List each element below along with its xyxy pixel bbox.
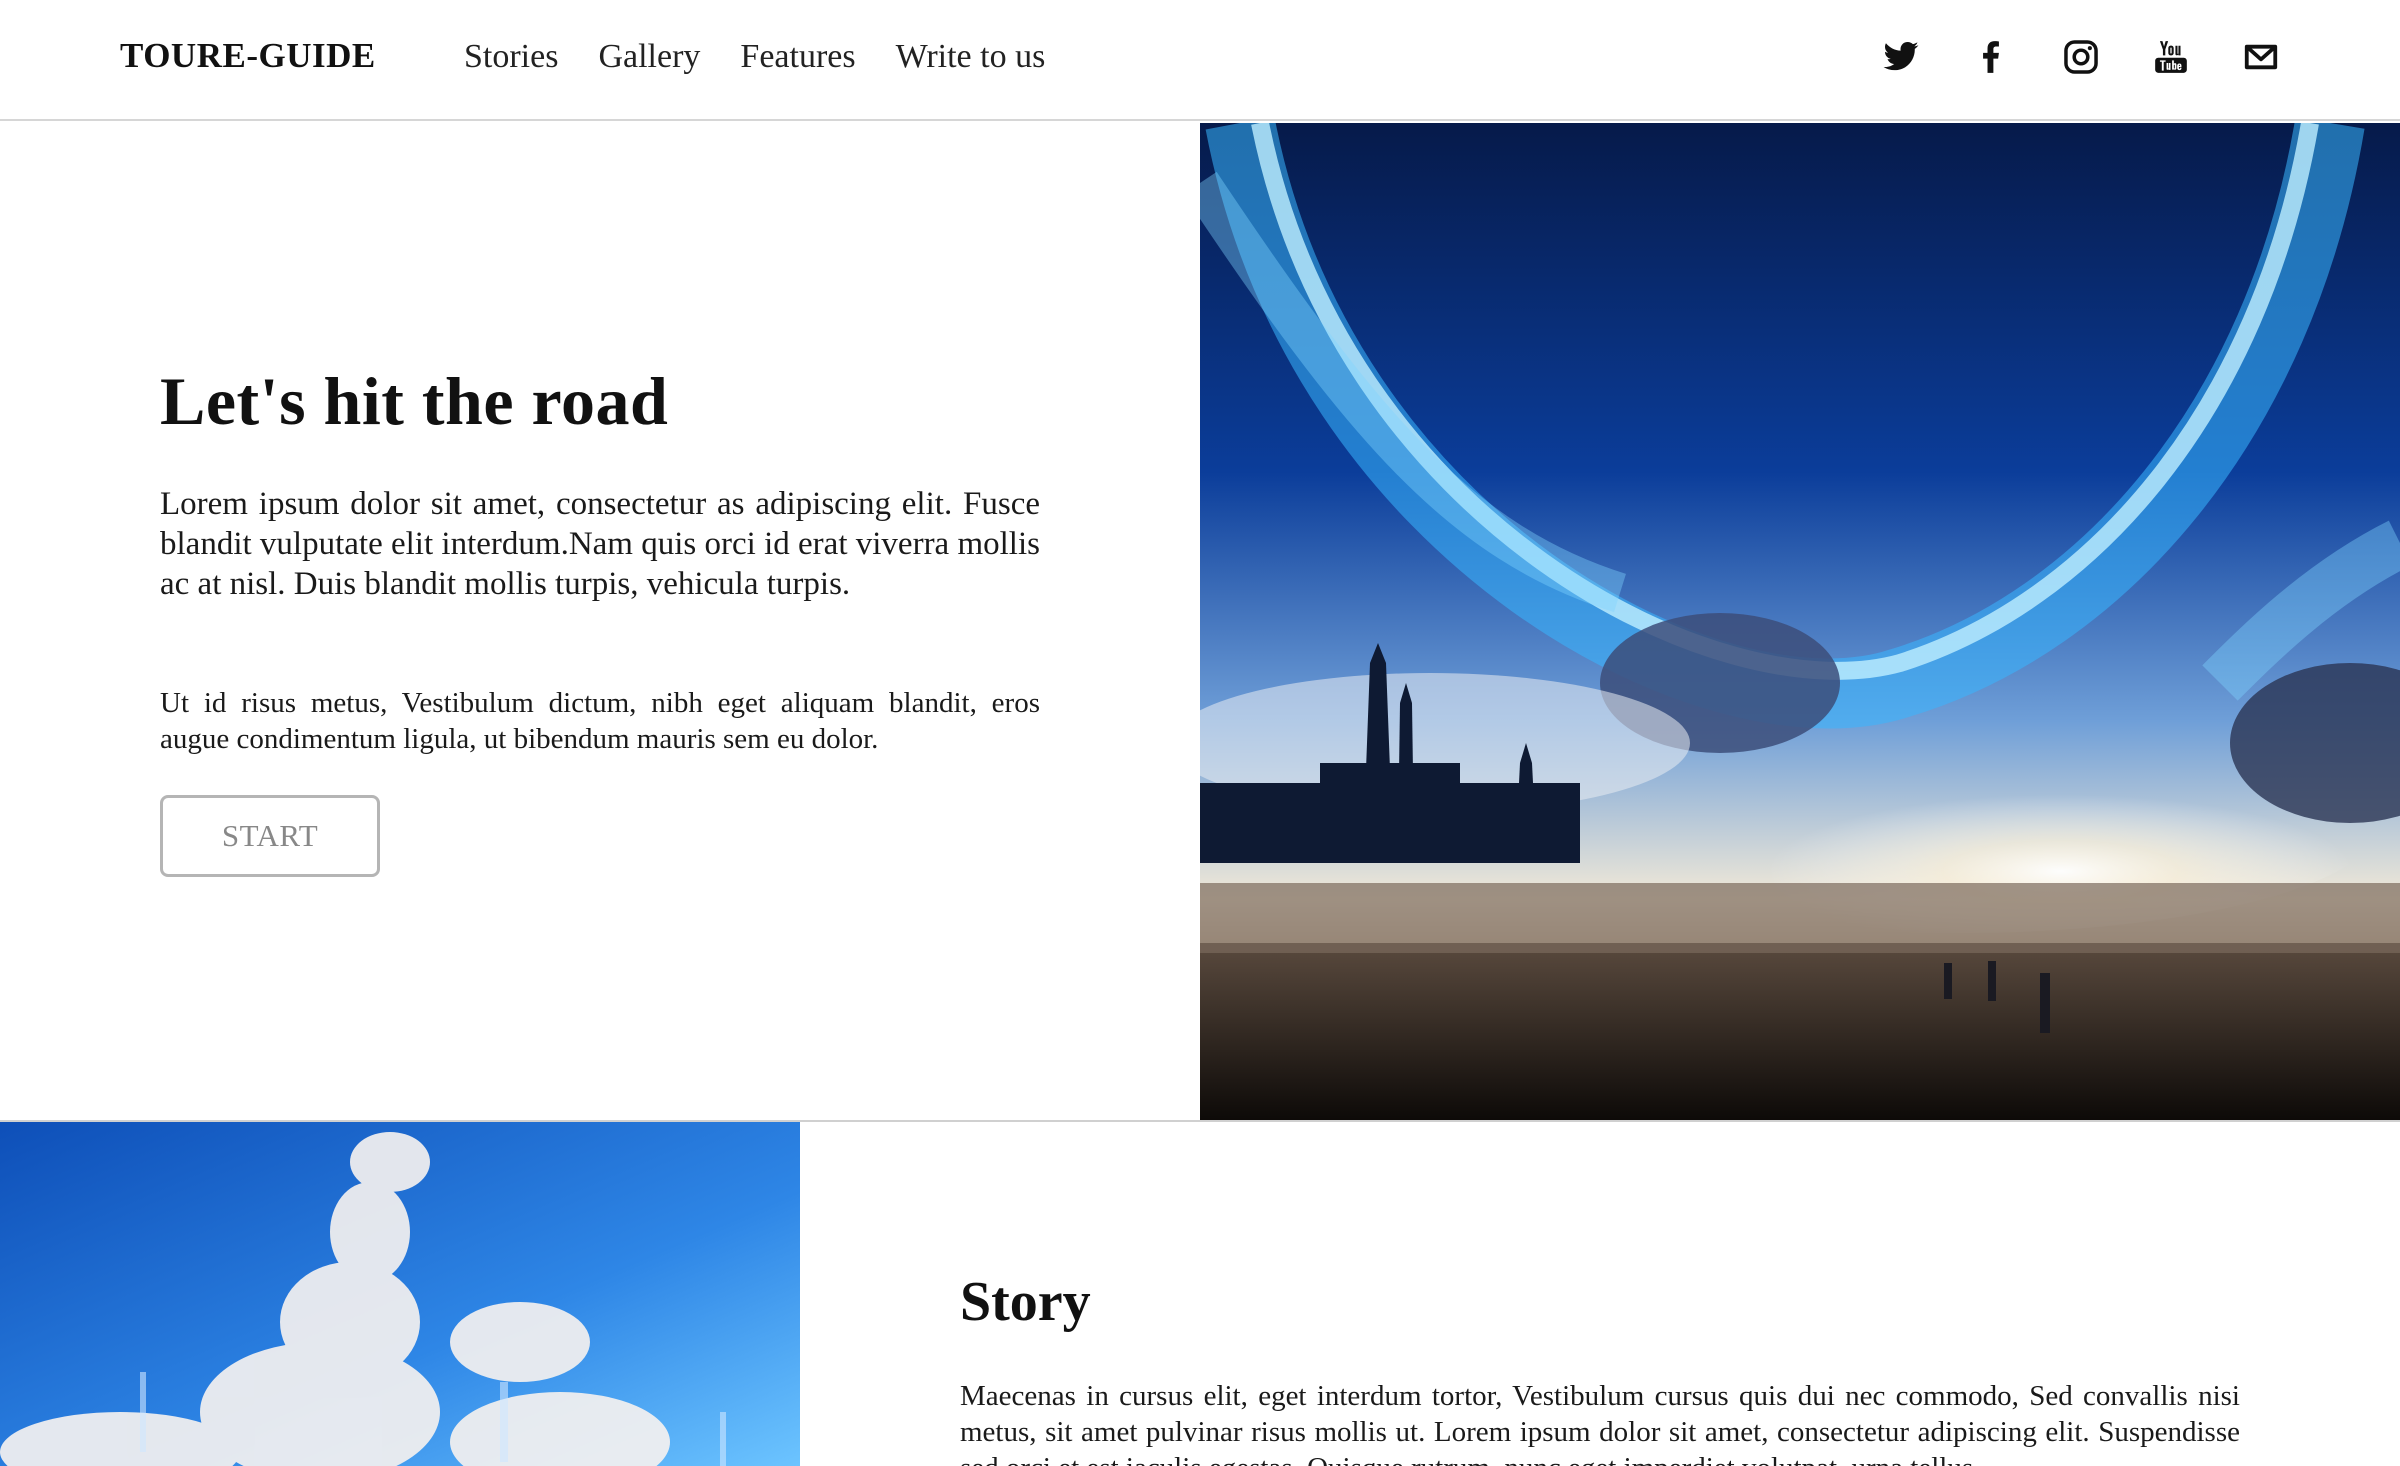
site-header: TOURE-GUIDE Stories Gallery Features Wri… (0, 0, 2400, 121)
hero-section (0, 123, 1200, 1120)
nav-link-features[interactable]: Features (740, 38, 855, 76)
hero-paragraph-1: Lorem ipsum dolor sit amet, consectetur … (160, 486, 1040, 602)
hero-paragraph-2: Ut id risus metus, Vestibulum dictum, ni… (160, 687, 1040, 755)
site-logo[interactable]: TOURE-GUIDE (120, 36, 376, 76)
social-links (1882, 38, 2280, 76)
story-sky-image (0, 1122, 800, 1466)
nav-link-gallery[interactable]: Gallery (598, 38, 700, 76)
nav-link-stories[interactable]: Stories (464, 38, 558, 76)
main-nav: Stories Gallery Features Write to us (464, 38, 1045, 76)
nav-link-write-to-us[interactable]: Write to us (896, 38, 1046, 76)
hero-title: Let's hit the road (160, 363, 669, 439)
youtube-icon[interactable] (2152, 38, 2190, 76)
start-button[interactable]: START (160, 795, 380, 877)
twitter-icon[interactable] (1882, 38, 1920, 76)
facebook-icon[interactable] (1972, 38, 2010, 76)
story-title: Story (960, 1271, 1091, 1333)
story-text: Maecenas in cursus elit, eget interdum t… (960, 1380, 2240, 1466)
hero-fantasy-city-image (1200, 123, 2400, 1120)
mail-icon[interactable] (2242, 38, 2280, 76)
instagram-icon[interactable] (2062, 38, 2100, 76)
